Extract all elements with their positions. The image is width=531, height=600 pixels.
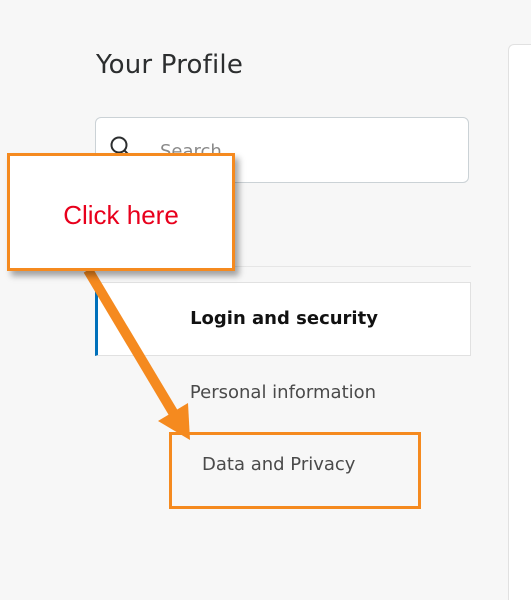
callout-text: Click here	[63, 200, 179, 230]
annotation-callout: Click here	[7, 153, 235, 271]
nav-item-login-security[interactable]: Login and security	[95, 282, 471, 356]
profile-page: Your Profile Login and security Personal…	[0, 0, 531, 600]
nav-item-label: Login and security	[190, 308, 378, 329]
nav-item-label: Data and Privacy	[202, 454, 356, 475]
nav-item-personal-information[interactable]: Personal information	[95, 372, 471, 416]
content-panel	[508, 44, 531, 600]
nav-item-data-privacy[interactable]: Data and Privacy	[95, 444, 471, 488]
page-title: Your Profile	[96, 50, 244, 80]
nav-item-label: Personal information	[189, 382, 377, 403]
